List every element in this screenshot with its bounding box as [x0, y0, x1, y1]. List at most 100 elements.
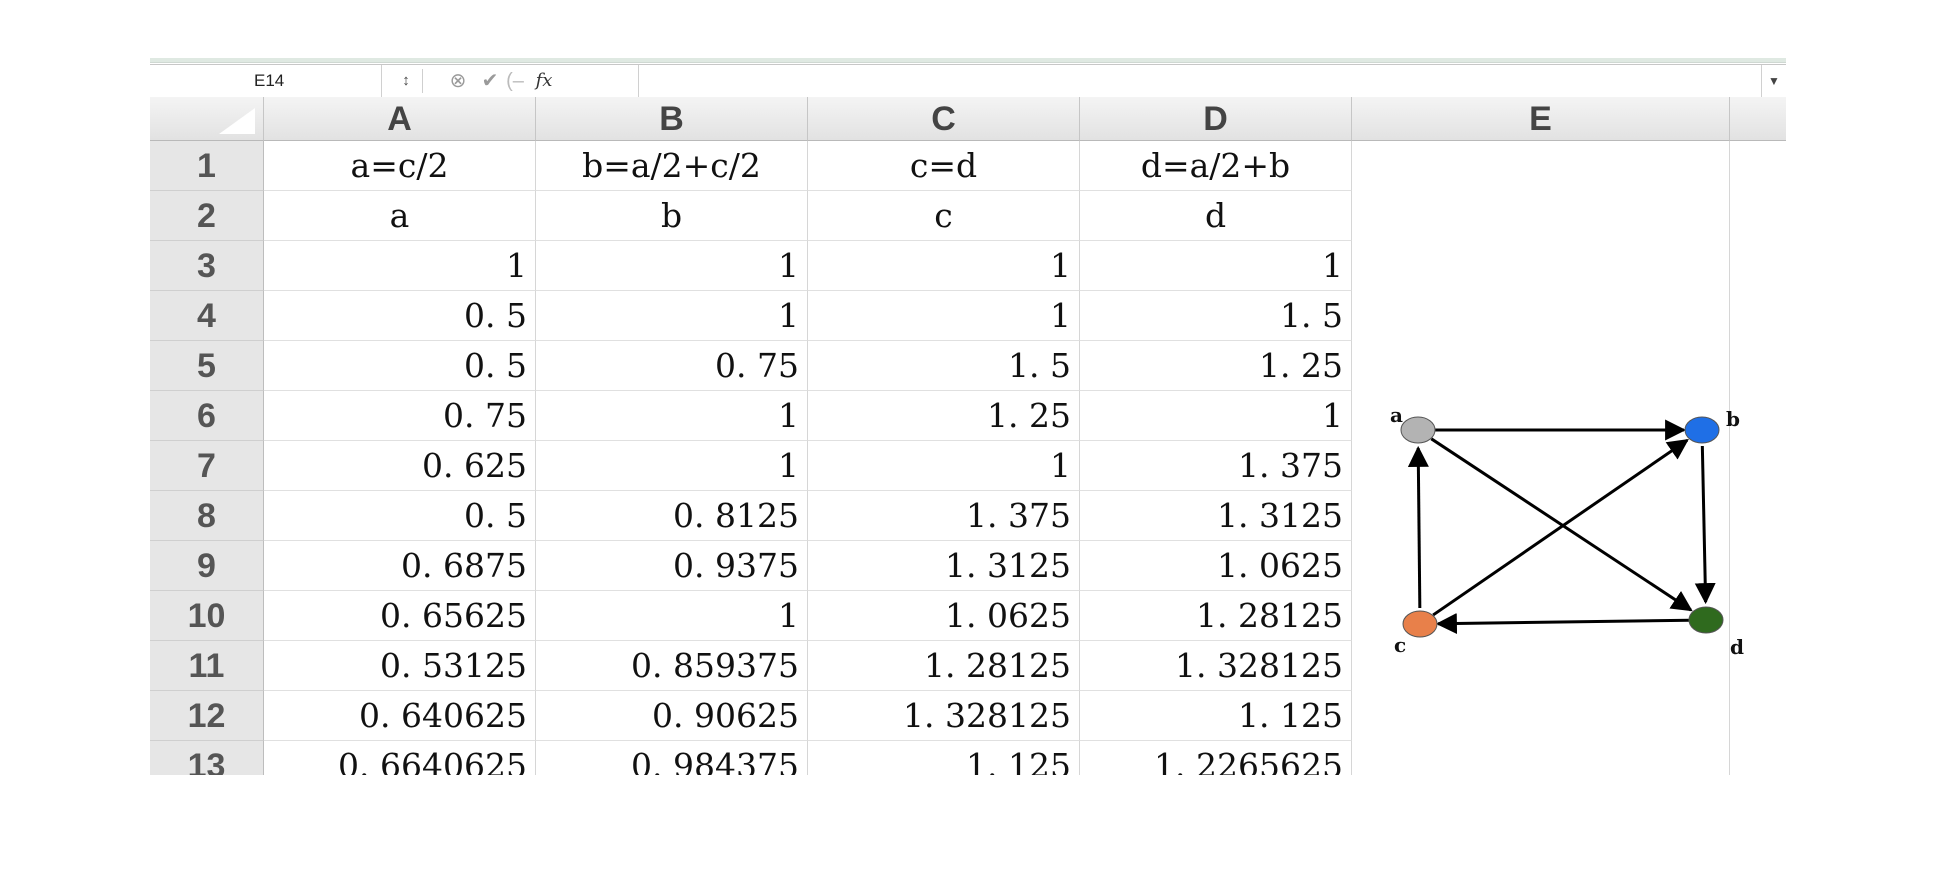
enter-icon[interactable]: ✔︎ — [478, 65, 502, 97]
cell-a5[interactable]: 0. 5 — [264, 341, 536, 391]
cell-a2[interactable]: a — [264, 191, 536, 241]
empty-cell[interactable] — [1352, 241, 1730, 291]
cell-a12[interactable]: 0. 640625 — [264, 691, 536, 741]
cell-b3[interactable]: 1 — [536, 241, 808, 291]
empty-cell[interactable] — [1730, 141, 1786, 191]
chevron-down-icon[interactable]: ▼ — [1761, 65, 1786, 97]
row-header-13[interactable]: 13 — [150, 741, 264, 775]
column-header-f[interactable] — [1730, 97, 1786, 141]
cell-a6[interactable]: 0. 75 — [264, 391, 536, 441]
row-header-3[interactable]: 3 — [150, 241, 264, 291]
column-header-a[interactable]: A — [264, 97, 536, 141]
row-header-11[interactable]: 11 — [150, 641, 264, 691]
stepper-arrows-icon[interactable]: ↕ — [398, 65, 414, 97]
cell-b2[interactable]: b — [536, 191, 808, 241]
cell-d3[interactable]: 1 — [1080, 241, 1352, 291]
column-header-c[interactable]: C — [808, 97, 1080, 141]
empty-cell[interactable] — [1352, 191, 1730, 241]
empty-cell[interactable] — [1352, 741, 1730, 775]
empty-cell[interactable] — [1730, 291, 1786, 341]
node-d — [1688, 606, 1724, 634]
empty-cell[interactable] — [1730, 241, 1786, 291]
cell-a10[interactable]: 0. 65625 — [264, 591, 536, 641]
cell-a3[interactable]: 1 — [264, 241, 536, 291]
cell-d2[interactable]: d — [1080, 191, 1352, 241]
cell-a13[interactable]: 0. 6640625 — [264, 741, 536, 775]
cell-d13[interactable]: 1. 2265625 — [1080, 741, 1352, 775]
cell-d5[interactable]: 1. 25 — [1080, 341, 1352, 391]
row-header-2[interactable]: 2 — [150, 191, 264, 241]
cell-a11[interactable]: 0. 53125 — [264, 641, 536, 691]
cell-c9[interactable]: 1. 3125 — [808, 541, 1080, 591]
cell-a7[interactable]: 0. 625 — [264, 441, 536, 491]
cell-b10[interactable]: 1 — [536, 591, 808, 641]
column-header-d[interactable]: D — [1080, 97, 1352, 141]
graph-diagram: a b c d — [1390, 403, 1744, 659]
cell-c12[interactable]: 1. 328125 — [808, 691, 1080, 741]
column-header-b[interactable]: B — [536, 97, 808, 141]
empty-cell[interactable] — [1352, 341, 1730, 391]
cell-b1[interactable]: b=a/2+c/2 — [536, 141, 808, 191]
cell-b4[interactable]: 1 — [536, 291, 808, 341]
empty-cell[interactable] — [1730, 741, 1786, 775]
cell-d11[interactable]: 1. 328125 — [1080, 641, 1352, 691]
empty-cell[interactable] — [1352, 291, 1730, 341]
cell-b12[interactable]: 0. 90625 — [536, 691, 808, 741]
row-header-7[interactable]: 7 — [150, 441, 264, 491]
empty-cell[interactable] — [1730, 191, 1786, 241]
cancel-icon[interactable]: ⊗ — [446, 65, 470, 97]
row-header-8[interactable]: 8 — [150, 491, 264, 541]
cell-d6[interactable]: 1 — [1080, 391, 1352, 441]
edge-b-d — [1694, 445, 1716, 605]
cell-a8[interactable]: 0. 5 — [264, 491, 536, 541]
row-header-6[interactable]: 6 — [150, 391, 264, 441]
row-header-10[interactable]: 10 — [150, 591, 264, 641]
empty-cell[interactable] — [1352, 141, 1730, 191]
name-box[interactable]: E14 — [150, 65, 382, 97]
cell-a1[interactable]: a=c/2 — [264, 141, 536, 191]
cell-c7[interactable]: 1 — [808, 441, 1080, 491]
cell-b8[interactable]: 0. 8125 — [536, 491, 808, 541]
row-header-5[interactable]: 5 — [150, 341, 264, 391]
cell-c10[interactable]: 1. 0625 — [808, 591, 1080, 641]
cell-c13[interactable]: 1. 125 — [808, 741, 1080, 775]
formula-bar-divider — [422, 69, 423, 93]
cell-d12[interactable]: 1. 125 — [1080, 691, 1352, 741]
cell-c1[interactable]: c=d — [808, 141, 1080, 191]
cell-c11[interactable]: 1. 28125 — [808, 641, 1080, 691]
cell-c6[interactable]: 1. 25 — [808, 391, 1080, 441]
cell-c4[interactable]: 1 — [808, 291, 1080, 341]
node-label-b: b — [1726, 407, 1740, 431]
cell-b11[interactable]: 0. 859375 — [536, 641, 808, 691]
cell-b9[interactable]: 0. 9375 — [536, 541, 808, 591]
cell-c5[interactable]: 1. 5 — [808, 341, 1080, 391]
cell-b6[interactable]: 1 — [536, 391, 808, 441]
cell-b13[interactable]: 0. 984375 — [536, 741, 808, 775]
formula-input[interactable] — [638, 65, 1786, 97]
spreadsheet-window: E14 ↕ ⊗ ✔︎ (– fx ▼ A B C D E 1 a=c/2 b=a/2+c/2 c… — [150, 58, 1786, 775]
empty-cell[interactable] — [1730, 341, 1786, 391]
node-label-d: d — [1730, 635, 1744, 659]
cell-c3[interactable]: 1 — [808, 241, 1080, 291]
row-header-12[interactable]: 12 — [150, 691, 264, 741]
select-all-corner[interactable] — [150, 97, 264, 141]
cell-b5[interactable]: 0. 75 — [536, 341, 808, 391]
cell-c2[interactable]: c — [808, 191, 1080, 241]
cell-d9[interactable]: 1. 0625 — [1080, 541, 1352, 591]
cell-d4[interactable]: 1. 5 — [1080, 291, 1352, 341]
node-a — [1400, 416, 1436, 444]
cell-a4[interactable]: 0. 5 — [264, 291, 536, 341]
column-header-e[interactable]: E — [1352, 97, 1730, 141]
cell-c8[interactable]: 1. 375 — [808, 491, 1080, 541]
node-label-a: a — [1390, 403, 1403, 427]
cell-b7[interactable]: 1 — [536, 441, 808, 491]
cell-d7[interactable]: 1. 375 — [1080, 441, 1352, 491]
cell-a9[interactable]: 0. 6875 — [264, 541, 536, 591]
cell-d1[interactable]: d=a/2+b — [1080, 141, 1352, 191]
row-header-9[interactable]: 9 — [150, 541, 264, 591]
cell-d8[interactable]: 1. 3125 — [1080, 491, 1352, 541]
row-header-1[interactable]: 1 — [150, 141, 264, 191]
fx-icon[interactable]: fx — [520, 65, 568, 97]
cell-d10[interactable]: 1. 28125 — [1080, 591, 1352, 641]
row-header-4[interactable]: 4 — [150, 291, 264, 341]
